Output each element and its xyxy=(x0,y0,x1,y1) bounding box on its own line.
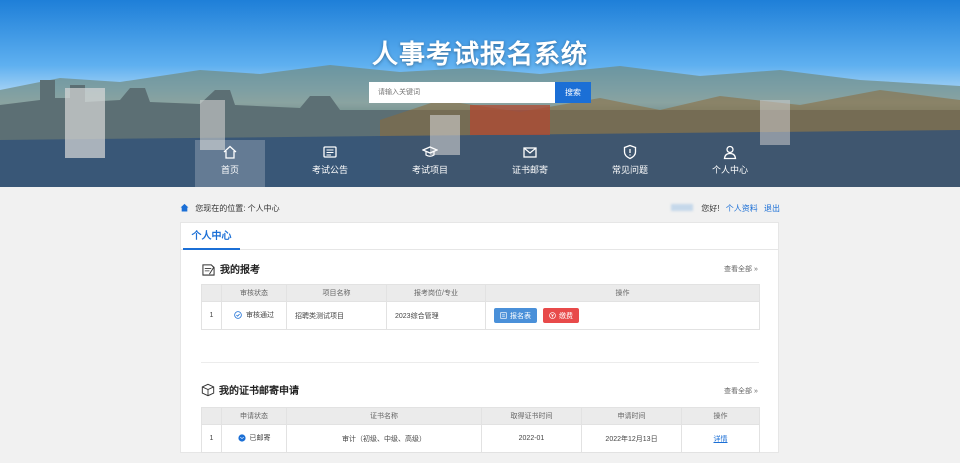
panel-tabs: 个人中心 xyxy=(181,223,778,250)
nav-personal-center-label: 个人中心 xyxy=(711,165,748,175)
check-circle-icon xyxy=(234,311,242,319)
nav-exam-projects-label: 考试项目 xyxy=(411,165,448,175)
cert-name-cell: 审计（初级、中级、高级） xyxy=(286,424,482,453)
table-header-row: 审核状态 项目名称 报考岗位/专业 操作 xyxy=(201,284,760,302)
table-row: 1 已邮寄 审计（初级、中级、高级） 2022-01 2022年12月13日 详… xyxy=(201,424,760,453)
nav-home[interactable]: 首页 xyxy=(195,140,265,187)
pay-label: 缴费 xyxy=(558,312,573,320)
review-status-text: 审核通过 xyxy=(246,312,274,319)
breadcrumb: 您现在的位置: 个人中心 xyxy=(180,203,280,214)
my-exams-table: 审核状态 项目名称 报考岗位/专业 操作 1 审核通过 招聘类测试项目 2023… xyxy=(201,284,760,330)
registration-form-button[interactable]: 报名表 xyxy=(494,308,537,323)
col-apply-time: 申请时间 xyxy=(581,407,682,425)
tab-personal-center[interactable]: 个人中心 xyxy=(183,223,240,250)
nav-faq[interactable]: 常见问题 xyxy=(595,140,665,187)
greeting: 您好! xyxy=(701,204,720,213)
user-bar: 您好! 个人资料 退出 xyxy=(671,203,780,214)
position-cell: 2023综合管理 xyxy=(386,301,486,330)
actions-cell: 详情 xyxy=(681,424,760,453)
nav-faq-label: 常见问题 xyxy=(611,165,648,175)
actions-cell: 报名表 缴费 xyxy=(485,301,760,330)
site-title: 人事考试报名系统 xyxy=(371,39,588,69)
review-status-cell: 审核通过 xyxy=(221,301,287,330)
profile-link[interactable]: 个人资料 xyxy=(726,204,758,213)
search-button[interactable]: 搜索 xyxy=(555,82,591,103)
row-index: 1 xyxy=(201,301,222,330)
obtained-time-cell: 2022-01 xyxy=(481,424,582,453)
cert-mail-title-text: 我的证书邮寄申请 xyxy=(219,386,299,397)
col-position: 报考岗位/专业 xyxy=(386,284,486,302)
col-actions: 操作 xyxy=(485,284,760,302)
cert-mail-table: 申请状态 证书名称 取得证书时间 申请时间 操作 1 已邮寄 审计（初级、中级、… xyxy=(201,407,760,453)
col-actions: 操作 xyxy=(681,407,760,425)
document-signing-icon xyxy=(202,264,215,276)
cert-mail-see-all[interactable]: 查看全部 » xyxy=(724,386,758,396)
shield-info-icon xyxy=(623,144,637,160)
registration-form-label: 报名表 xyxy=(510,312,531,320)
row-index: 1 xyxy=(201,424,222,453)
col-index xyxy=(201,407,222,425)
cert-mail-title: 我的证书邮寄申请 xyxy=(201,382,299,397)
project-name-cell: 招聘类测试项目 xyxy=(286,301,387,330)
personal-center-panel: 个人中心 我的报考 查看全部 » 审核状态 项目名称 报考岗位/专业 操作 1 … xyxy=(180,222,779,453)
user-icon xyxy=(723,145,737,160)
home-icon xyxy=(223,145,237,159)
section-divider xyxy=(201,362,759,363)
yuan-coin-icon xyxy=(549,312,556,319)
my-exams-title: 我的报考 xyxy=(201,261,260,276)
col-project-name: 项目名称 xyxy=(286,284,387,302)
apply-status-cell: 已邮寄 xyxy=(221,424,287,453)
nav-announcements[interactable]: 考试公告 xyxy=(295,140,365,187)
mailed-status-icon xyxy=(237,434,246,442)
package-box-icon xyxy=(201,383,215,397)
mail-icon xyxy=(523,147,537,158)
announcement-icon xyxy=(323,146,337,158)
my-exams-title-text: 我的报考 xyxy=(220,265,260,276)
graduation-cap-icon xyxy=(422,146,438,157)
nav-cert-mail-label: 证书邮寄 xyxy=(511,165,548,175)
form-icon xyxy=(500,312,507,319)
pay-button[interactable]: 缴费 xyxy=(542,308,579,323)
col-apply-status: 申请状态 xyxy=(221,407,287,425)
nav-cert-mail[interactable]: 证书邮寄 xyxy=(495,140,565,187)
col-review-status: 审核状态 xyxy=(221,284,287,302)
nav-home-label: 首页 xyxy=(220,165,239,175)
nav-personal-center[interactable]: 个人中心 xyxy=(695,140,765,187)
logout-link[interactable]: 退出 xyxy=(764,204,780,213)
nav-exam-projects[interactable]: 考试项目 xyxy=(395,140,465,187)
search-input[interactable] xyxy=(369,82,555,103)
col-index xyxy=(201,284,222,302)
breadcrumb-text: 您现在的位置: 个人中心 xyxy=(195,204,280,213)
col-cert-name: 证书名称 xyxy=(286,407,482,425)
apply-time-cell: 2022年12月13日 xyxy=(581,424,682,453)
main-nav: 首页 考试公告 考试项目 证书邮寄 常见问题 个人中心 xyxy=(195,140,765,187)
apply-status-text: 已邮寄 xyxy=(249,435,271,442)
table-header-row: 申请状态 证书名称 取得证书时间 申请时间 操作 xyxy=(201,407,760,425)
table-row: 1 审核通过 招聘类测试项目 2023综合管理 报名表 缴费 xyxy=(201,301,760,330)
username-redacted xyxy=(671,204,694,211)
home-icon xyxy=(180,203,189,212)
my-exams-see-all[interactable]: 查看全部 » xyxy=(724,264,758,274)
details-link[interactable]: 详情 xyxy=(714,436,728,443)
col-obtained-time: 取得证书时间 xyxy=(481,407,582,425)
nav-announcements-label: 考试公告 xyxy=(311,165,348,175)
header-banner: 人事考试报名系统 搜索 首页 考试公告 考试项目 证书邮寄 常见问题 个人中心 xyxy=(0,0,960,187)
